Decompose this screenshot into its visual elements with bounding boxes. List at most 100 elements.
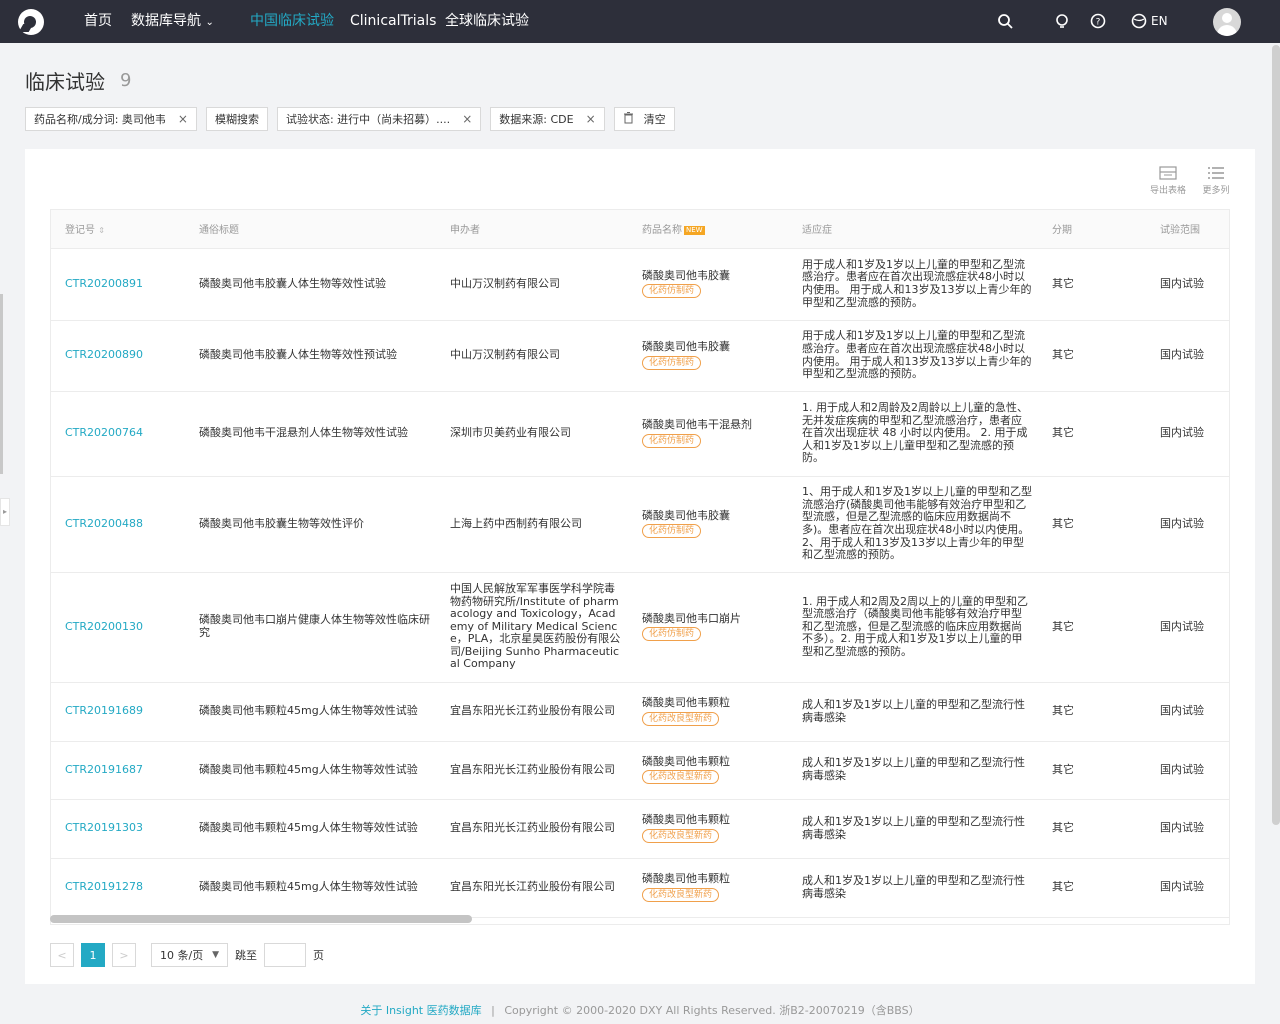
sponsor: 宜昌东阳光长江药业股份有限公司 — [436, 682, 628, 742]
columns-label: 更多列 — [1202, 186, 1230, 196]
table-row[interactable]: CTR20200890 磷酸奥司他韦胶囊人体生物等效性预试验 中山万汉制药有限公司磷… — [51, 320, 1229, 392]
sponsor: 中山万汉制药有限公司 — [436, 248, 628, 321]
top-nav: 首页 数据库导航 ⌄ 中国临床试验 ClinicalTrials 全球临床试验 … — [0, 0, 1280, 43]
indication: 成人和1岁及1岁以上儿童的甲型和乙型流行性病毒感染 — [788, 858, 1038, 918]
search-icon[interactable] — [997, 13, 1013, 29]
sponsor: 宜昌东阳光长江药业股份有限公司 — [436, 858, 628, 918]
registration-link[interactable]: CTR20191303 — [51, 799, 185, 859]
table-row[interactable]: CTR20200764 磷酸奥司他韦干混悬剂人体生物等效性试验 深圳市贝美药业有限公… — [51, 391, 1229, 477]
filter-chip-label: 药品名称/成分词: 奥司他韦 — [34, 113, 166, 126]
table-row[interactable]: CTR20200130 磷酸奥司他韦口崩片健康人体生物等效性临床研究 中国人民解放军… — [51, 572, 1229, 683]
table-icon — [1159, 166, 1177, 180]
scope: 国内试验 — [1146, 391, 1229, 477]
footer-separator: | — [491, 1004, 495, 1017]
registration-link[interactable]: CTR20200764 — [51, 391, 185, 477]
indication: 用于成人和1岁及1岁以上儿童的甲型和乙型流感治疗。患者应在首次出现流感症状48小… — [788, 248, 1038, 321]
logo-icon[interactable] — [18, 9, 44, 35]
nav-clinicaltrials[interactable]: ClinicalTrials — [350, 0, 436, 43]
horizontal-scrollbar[interactable] — [50, 915, 472, 923]
scope: 国内试验 — [1146, 476, 1229, 573]
table-row[interactable]: CTR20191303 磷酸奥司他韦颗粒45mg人体生物等效性试验 宜昌东阳光长江药… — [51, 799, 1229, 859]
avatar[interactable] — [1213, 8, 1241, 36]
sidebar-expand-handle[interactable]: ▸ — [0, 498, 10, 526]
trial-title: 磷酸奥司他韦颗粒45mg人体生物等效性试验 — [185, 741, 436, 800]
registration-link[interactable]: CTR20191689 — [51, 682, 185, 742]
table-row[interactable]: CTR20200488 磷酸奥司他韦胶囊生物等效性评价 上海上药中西制药有限公司 磷酸… — [51, 476, 1229, 573]
registration-link[interactable]: CTR20200890 — [51, 320, 185, 392]
phase: 其它 — [1038, 682, 1146, 742]
page-size-select[interactable]: 10 条/页 ▼ — [151, 943, 228, 967]
drug-cell: 磷酸奥司他韦口崩片 化药仿制药 — [628, 572, 788, 683]
close-icon[interactable]: × — [586, 112, 596, 126]
registration-link[interactable]: CTR20200891 — [51, 248, 185, 321]
more-columns-button[interactable]: 更多列 — [1191, 165, 1241, 196]
drug-name: 磷酸奥司他韦胶囊 — [642, 508, 730, 522]
phase: 其它 — [1038, 476, 1146, 573]
next-page-button[interactable]: > — [112, 943, 136, 967]
scope: 国内试验 — [1146, 741, 1229, 800]
registration-link[interactable]: CTR20191687 — [51, 741, 185, 800]
drug-cell: 磷酸奥司他韦颗粒 化药改良型新药 — [628, 858, 788, 918]
export-table-button[interactable]: 导出表格 — [1143, 165, 1193, 196]
export-label: 导出表格 — [1149, 186, 1186, 196]
close-icon[interactable]: × — [462, 112, 472, 126]
phase: 其它 — [1038, 741, 1146, 800]
prev-page-button[interactable]: < — [50, 943, 74, 967]
result-count: 9 — [120, 70, 132, 91]
table-row[interactable]: CTR20200891 磷酸奥司他韦胶囊人体生物等效性试验 中山万汉制药有限公司 磷酸… — [51, 248, 1229, 321]
sponsor: 深圳市贝美药业有限公司 — [436, 391, 628, 477]
drug-type-tag: 化药改良型新药 — [642, 711, 720, 726]
filter-chip-source[interactable]: 数据来源: CDE × — [490, 107, 605, 131]
col-header-reg[interactable]: 登记号 ⇕ — [51, 210, 185, 249]
filter-chip-status[interactable]: 试验状态: 进行中（尚未招募）.... × — [276, 107, 482, 131]
phase: 其它 — [1038, 391, 1146, 477]
phase: 其它 — [1038, 572, 1146, 683]
page-scrollbar[interactable] — [1272, 45, 1280, 825]
col-header-label: 药品名称 — [642, 225, 682, 237]
registration-link[interactable]: CTR20200130 — [51, 572, 185, 683]
registration-link[interactable]: CTR20200488 — [51, 476, 185, 573]
nav-home[interactable]: 首页 — [84, 0, 112, 43]
caret-down-icon: ▼ — [212, 950, 219, 960]
results-card: 导出表格 更多列 登记号 ⇕ 通俗标题 申办者 药品名称 NEW 适应症 分期 试… — [25, 149, 1255, 984]
sort-icon[interactable]: ⇕ — [98, 226, 105, 235]
drug-cell: 磷酸奥司他韦胶囊 化药仿制药 — [628, 320, 788, 392]
drug-type-tag: 化药改良型新药 — [642, 828, 720, 843]
nav-database[interactable]: 数据库导航 ⌄ — [131, 0, 214, 43]
pagination: < 1 > 10 条/页 ▼ 跳至 页 — [50, 943, 331, 967]
bulb-icon[interactable] — [1054, 13, 1070, 29]
drug-name: 磷酸奥司他韦颗粒 — [642, 872, 730, 886]
trial-title: 磷酸奥司他韦胶囊生物等效性评价 — [185, 476, 436, 573]
new-badge: NEW — [684, 225, 705, 235]
table-row[interactable]: CTR20191687 磷酸奥司他韦颗粒45mg人体生物等效性试验 宜昌东阳光长江药… — [51, 741, 1229, 800]
close-icon[interactable]: × — [178, 112, 188, 126]
lang-switch[interactable]: EN — [1151, 0, 1168, 43]
filter-chip-fuzzy[interactable]: 模糊搜索 — [205, 107, 268, 131]
drug-type-tag: 化药仿制药 — [642, 433, 702, 448]
drug-type-tag: 化药仿制药 — [642, 284, 702, 299]
table-row[interactable]: CTR20191689 磷酸奥司他韦颗粒45mg人体生物等效性试验 宜昌东阳光长江药… — [51, 682, 1229, 742]
nav-china-trials[interactable]: 中国临床试验 — [250, 0, 334, 43]
drug-cell: 磷酸奥司他韦颗粒 化药改良型新药 — [628, 682, 788, 742]
jump-page-input[interactable] — [264, 943, 306, 967]
table-row[interactable]: CTR20191278 磷酸奥司他韦颗粒45mg人体生物等效性试验 宜昌东阳光长江药… — [51, 858, 1229, 918]
indication: 成人和1岁及1岁以上儿童的甲型和乙型流行性病毒感染 — [788, 682, 1038, 742]
help-icon[interactable]: ? — [1090, 13, 1106, 29]
drug-name: 磷酸奥司他韦口崩片 — [642, 611, 741, 625]
globe-icon[interactable] — [1131, 13, 1147, 29]
phase: 其它 — [1038, 248, 1146, 321]
scope: 国内试验 — [1146, 320, 1229, 392]
col-header-label: 登记号 — [65, 225, 95, 237]
drug-name: 磷酸奥司他韦干混悬剂 — [642, 418, 752, 432]
clear-filters-button[interactable]: 清空 — [613, 107, 675, 131]
col-header-drug: 药品名称 NEW — [628, 210, 788, 249]
nav-global-trials[interactable]: 全球临床试验 — [445, 0, 529, 43]
drug-cell: 磷酸奥司他韦颗粒 化药改良型新药 — [628, 799, 788, 859]
about-link[interactable]: 关于 Insight 医药数据库 — [360, 1004, 481, 1017]
chevron-down-icon: ⌄ — [205, 17, 214, 28]
drug-cell: 磷酸奥司他韦干混悬剂 化药仿制药 — [628, 391, 788, 477]
registration-link[interactable]: CTR20191278 — [51, 858, 185, 918]
trial-title: 磷酸奥司他韦颗粒45mg人体生物等效性试验 — [185, 858, 436, 918]
page-1-button[interactable]: 1 — [81, 943, 105, 967]
filter-chip-drug[interactable]: 药品名称/成分词: 奥司他韦 × — [25, 107, 197, 131]
